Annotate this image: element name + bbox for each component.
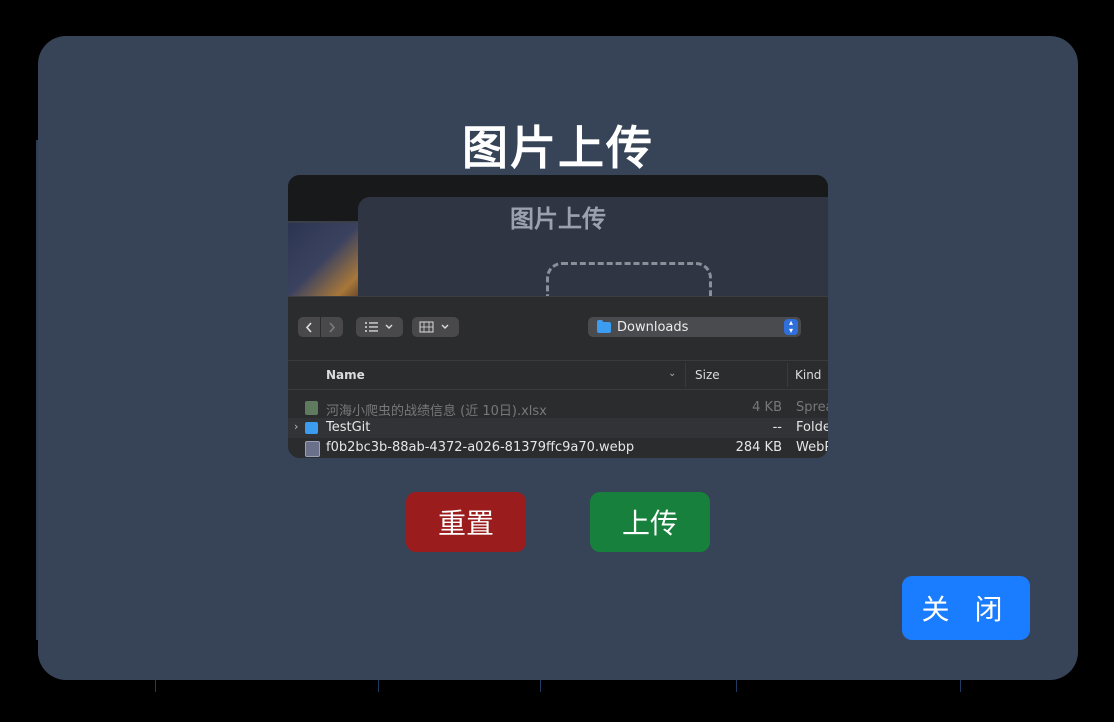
chevron-right-icon — [329, 321, 336, 333]
file-kind: WebP — [796, 440, 828, 455]
preview-background-image — [288, 223, 358, 297]
file-list-header: Name ⌄ Size Kind — [288, 360, 828, 390]
background-divider — [540, 678, 541, 692]
column-separator — [787, 363, 788, 387]
background-divider — [378, 678, 379, 692]
image-file-icon — [305, 441, 320, 457]
background-divider — [155, 678, 156, 692]
grid-view-button[interactable] — [412, 317, 459, 337]
file-name: TestGit — [326, 420, 371, 435]
grid-view-icon — [419, 321, 448, 333]
back-button[interactable] — [298, 317, 320, 337]
preview-inner-title: 图片上传 — [510, 205, 606, 233]
file-picker: Downloads ▴ ▾ Name ⌄ Size Kind 河海小爬虫的战绩信息… — [288, 296, 828, 458]
background-divider — [960, 678, 961, 692]
file-kind: Sprea — [796, 400, 828, 415]
file-size: 4 KB — [752, 400, 782, 415]
file-name: 河海小爬虫的战绩信息 (近 10日).xlsx — [326, 404, 547, 419]
location-label: Downloads — [617, 319, 689, 335]
dialog-title: 图片上传 — [462, 121, 654, 175]
upload-button[interactable]: 上传 — [590, 492, 710, 552]
folder-icon — [305, 422, 318, 434]
background-divider — [736, 678, 737, 692]
forward-button[interactable] — [321, 317, 343, 337]
file-size: -- — [772, 420, 782, 435]
folder-icon — [597, 319, 611, 333]
close-button[interactable]: 关 闭 — [902, 576, 1030, 640]
list-view-icon — [364, 322, 392, 332]
file-name: f0b2bc3b-88ab-4372-a026-81379ffc9a70.web… — [326, 440, 635, 455]
list-view-button[interactable] — [356, 317, 403, 337]
column-kind[interactable]: Kind — [795, 368, 821, 382]
column-size[interactable]: Size — [695, 368, 720, 382]
chevron-left-icon — [305, 321, 312, 333]
file-row[interactable]: 河海小爬虫的战绩信息 (近 10日).xlsx 4 KB Sprea — [288, 398, 828, 419]
sort-chevron-icon: ⌄ — [668, 368, 677, 379]
column-separator — [685, 363, 686, 387]
column-name[interactable]: Name — [326, 368, 365, 382]
file-kind: Folde — [796, 420, 828, 435]
spreadsheet-icon — [305, 401, 318, 415]
file-row[interactable]: › TestGit -- Folde — [288, 418, 828, 438]
image-preview: 图片上传 Downloads ▴ ▾ Name ⌄ Size Kind 河海小爬… — [288, 175, 828, 458]
upload-dialog: 图片上传 图片上传 Downloads ▴ ▾ Name ⌄ Size Kind… — [38, 36, 1078, 680]
location-selector[interactable]: Downloads ▴ ▾ — [588, 317, 801, 337]
file-row[interactable]: f0b2bc3b-88ab-4372-a026-81379ffc9a70.web… — [288, 438, 828, 458]
disclosure-chevron-icon[interactable]: › — [294, 420, 298, 433]
chevron-updown-icon: ▴ ▾ — [784, 319, 798, 335]
file-size: 284 KB — [735, 440, 782, 455]
reset-button[interactable]: 重置 — [406, 492, 526, 552]
